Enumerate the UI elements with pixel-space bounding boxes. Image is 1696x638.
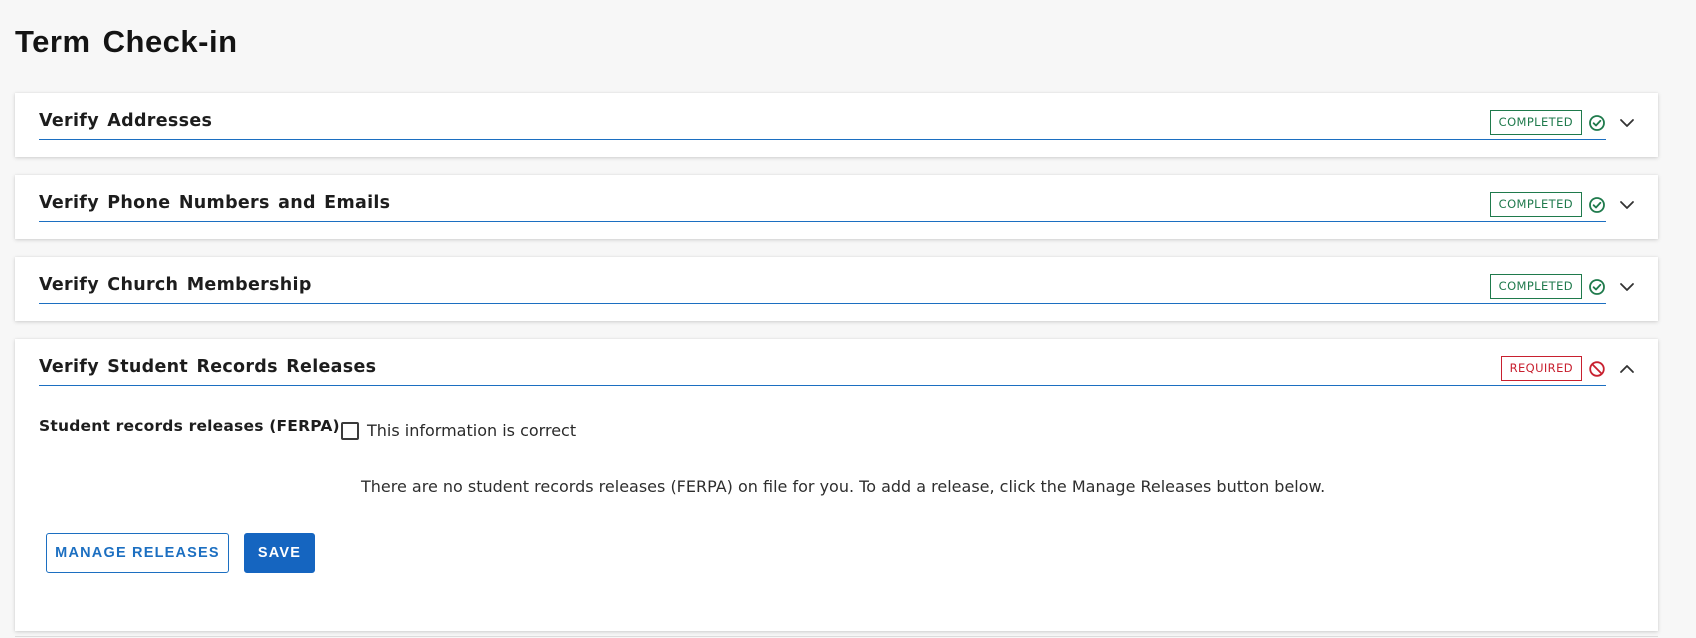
- status-badge: REQUIRED: [1500, 356, 1582, 381]
- section-divider: [39, 385, 1606, 386]
- chevron-up-icon[interactable]: [1618, 360, 1636, 378]
- status-badge: COMPLETED: [1489, 274, 1582, 299]
- manage-releases-button[interactable]: Manage Releases: [46, 533, 229, 573]
- section-header[interactable]: Verify Church Membership COMPLETED: [15, 257, 1658, 321]
- section-title: Verify Phone Numbers and Emails: [39, 193, 391, 213]
- section-verify-student-records: Verify Student Records Releases REQUIRED…: [15, 339, 1658, 631]
- section-title: Verify Student Records Releases: [39, 357, 377, 377]
- chevron-down-icon[interactable]: [1618, 114, 1636, 132]
- page-title: Term Check-in: [15, 24, 238, 59]
- section-verify-phone-emails: Verify Phone Numbers and Emails COMPLETE…: [15, 175, 1658, 239]
- section-title: Verify Addresses: [39, 111, 213, 131]
- section-verify-church-membership: Verify Church Membership COMPLETED: [15, 257, 1658, 321]
- status-badge: COMPLETED: [1489, 192, 1582, 217]
- save-button[interactable]: Save: [244, 533, 315, 573]
- chevron-down-icon[interactable]: [1618, 196, 1636, 214]
- checkbox-label: This information is correct: [367, 421, 577, 440]
- section-body: Student records releases (FERPA) This in…: [15, 403, 1658, 631]
- section-divider: [39, 139, 1606, 140]
- no-releases-message: There are no student records releases (F…: [361, 477, 1326, 496]
- section-header[interactable]: Verify Phone Numbers and Emails COMPLETE…: [15, 175, 1658, 239]
- section-divider: [39, 303, 1606, 304]
- confirm-correct-checkbox[interactable]: This information is correct: [341, 421, 576, 440]
- check-circle-icon: [1589, 197, 1605, 213]
- section-verify-addresses: Verify Addresses COMPLETED: [15, 93, 1658, 157]
- section-header[interactable]: Verify Student Records Releases REQUIRED: [15, 339, 1658, 403]
- term-check-in-page: Term Check-in Verify Addresses COMPLETED…: [0, 0, 1696, 638]
- bottom-divider: [15, 636, 1658, 637]
- section-divider: [39, 221, 1606, 222]
- check-circle-icon: [1589, 279, 1605, 295]
- checkbox-box[interactable]: [341, 421, 359, 440]
- check-circle-icon: [1589, 115, 1605, 131]
- no-entry-icon: [1589, 361, 1605, 377]
- section-header[interactable]: Verify Addresses COMPLETED: [15, 93, 1658, 157]
- status-badge: COMPLETED: [1489, 110, 1582, 135]
- ferpa-field-label: Student records releases (FERPA): [39, 417, 340, 435]
- section-title: Verify Church Membership: [39, 275, 312, 295]
- chevron-down-icon[interactable]: [1618, 278, 1636, 296]
